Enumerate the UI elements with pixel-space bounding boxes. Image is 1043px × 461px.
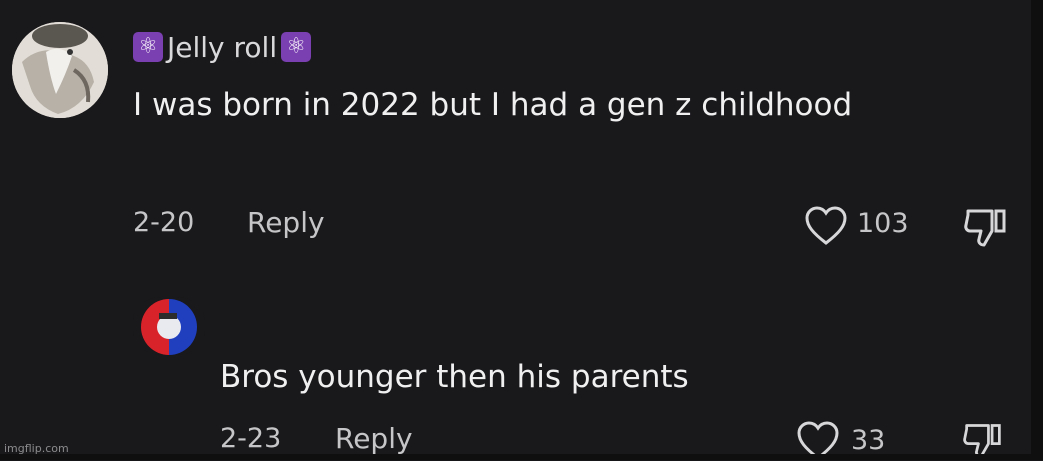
avatar-image (12, 22, 108, 118)
comment-text: Bros younger then his parents (220, 359, 689, 395)
frame-edge (0, 454, 1043, 460)
like-count: 33 (851, 425, 886, 456)
reply-button[interactable]: Reply (335, 422, 413, 455)
comment-date: 2-23 (220, 423, 282, 454)
like-count: 103 (857, 208, 909, 239)
atom-icon: ⚛ (133, 32, 163, 62)
heart-icon[interactable] (803, 206, 849, 246)
atom-icon: ⚛ (281, 32, 312, 62)
reply-button[interactable]: Reply (247, 206, 325, 239)
avatar[interactable] (12, 22, 108, 118)
frame-edge (1031, 0, 1043, 460)
comment-date: 2-20 (133, 207, 195, 238)
avatar[interactable] (133, 297, 205, 355)
username-text: Jelly roll (167, 30, 278, 64)
comment-text: I was born in 2022 but I had a gen z chi… (133, 87, 853, 123)
dislike-icon[interactable] (962, 205, 1010, 249)
avatar-image (141, 299, 197, 355)
comment-username[interactable]: ⚛ Jelly roll ⚛ (133, 28, 312, 66)
comment-thread: ⚛ Jelly roll ⚛ I was born in 2022 but I … (0, 0, 1043, 460)
